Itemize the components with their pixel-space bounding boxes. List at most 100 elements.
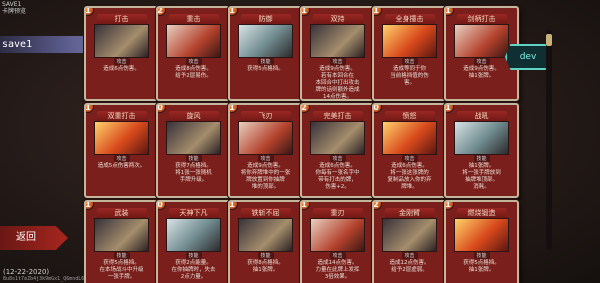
card-description-line: 抽1张牌。 [252, 267, 279, 273]
card-type-label: 攻击 [329, 252, 346, 259]
card-description-line: 抽牌堆顶部。 [464, 177, 498, 183]
card-description-line: 将一张手牌放到 [462, 170, 501, 176]
back-button[interactable]: 返回 [0, 226, 68, 250]
card[interactable]: 全身撞击 攻击 造成等同于你 当前格挡值的伤 害。 1 [372, 6, 447, 101]
card-description-line: 造成9点伤害。 [247, 163, 284, 169]
card-description-line: 获得7点格挡。 [175, 163, 212, 169]
card-description-line: 获得5点格挡。 [103, 260, 140, 266]
card-cost-orb: 1 [446, 8, 454, 16]
card-description-line: 本回合中打出攻击 [315, 80, 360, 86]
card-description: 造成12点伤害。 给予2层虚弱。 [378, 260, 441, 274]
card-type-label: 技能 [185, 155, 202, 162]
card-description-line: 造成8点伤害。 [175, 66, 212, 72]
card-description-line: 造成6点伤害。 [103, 66, 140, 72]
card-type-label: 技能 [257, 252, 274, 259]
card-description: 造成9点伤害。 若有本回合在 本回合中打出攻击 牌的话则额外造成 14点伤害。 [306, 66, 369, 99]
dev-button[interactable]: dev [505, 44, 551, 70]
card-cost-orb: 0 [158, 105, 166, 113]
card-description: 获得7点格挡。 将1张一张随机 手牌升级。 [162, 163, 225, 184]
card-description: 造成6点伤害。 你每有一张名字中 带有打击的牌， 伤害+2。 [306, 163, 369, 191]
card-cost-orb: 1 [86, 8, 94, 16]
card-art-image [238, 218, 293, 252]
card-description-line: 牌堆。 [401, 184, 418, 190]
card-description: 获得5点格挡。 在本场战斗中升级 一张手牌。 [90, 260, 153, 281]
card[interactable]: 武装 技能 获得5点格挡。 在本场战斗中升级 一张手牌。 1 [84, 200, 159, 283]
card[interactable]: 打击 攻击 造成6点伤害。 1 [84, 6, 159, 101]
card-description-line: 获得2点能量。 [175, 260, 212, 266]
card-cost-orb: 1 [86, 202, 94, 210]
card-art-image [166, 218, 221, 252]
scrollbar-track[interactable] [546, 30, 552, 250]
card-description: 获得8点格挡。 抽1张牌。 [234, 260, 297, 274]
card-art-image [382, 121, 437, 155]
card-type-label: 技能 [473, 155, 490, 162]
card-art-image [94, 24, 149, 58]
card-description-line: 抽1张牌。 [468, 163, 495, 169]
card[interactable]: 飞刃 攻击 造成9点伤害。 将你弃牌堆中的一张 牌放置到你抽牌 堆的顶部。 1 [228, 103, 303, 198]
card-description-line: 获得5点格挡。 [463, 260, 500, 266]
card-description-line: 给予2层易伤。 [175, 73, 212, 79]
card-art-image [310, 218, 365, 252]
card-description-line: 手牌升级。 [179, 177, 208, 183]
card-description: 抽1张牌。 将一张手牌放到 抽牌堆顶部。 消耗。 [450, 163, 513, 191]
card-description: 获得5点格挡。 [234, 66, 297, 73]
card[interactable]: 双重打击 攻击 造成5点伤害两次。 1 [84, 103, 159, 198]
corner-info: SAVE1 卡牌预览 [2, 1, 26, 15]
card-cost-orb: 2 [374, 202, 382, 210]
card[interactable]: 铁斩不屈 技能 获得8点格挡。 抽1张牌。 1 [228, 200, 303, 283]
card-description-line: 抽1张牌。 [468, 267, 495, 273]
card-type-label: 攻击 [185, 58, 202, 65]
card-cost-orb: 0 [158, 202, 166, 210]
scrollbar-thumb[interactable] [546, 34, 552, 46]
card-description-line: 堆的顶部。 [251, 184, 280, 190]
card-description: 造成等同于你 当前格挡值的伤 害。 [378, 66, 441, 87]
card-art-image [238, 24, 293, 58]
card-description: 造成6点伤害。 将一张这张牌的 复制品放入你的弃 牌堆。 [378, 163, 441, 191]
card[interactable]: 完美打击 攻击 造成6点伤害。 你每有一张名字中 带有打击的牌， 伤害+2。 2 [300, 103, 375, 198]
card-description-line: 2点力量。 [180, 274, 207, 280]
card[interactable]: 金刚臂 攻击 造成12点伤害。 给予2层虚弱。 2 [372, 200, 447, 283]
card[interactable]: 重刃 攻击 造成14点伤害。 力量在此牌上发挥 3倍效果。 1 [300, 200, 375, 283]
save-slot-label[interactable]: save1 [0, 36, 90, 53]
card-art-image [454, 24, 509, 58]
card-cost-orb: 1 [230, 105, 238, 113]
card-type-label: 技能 [113, 252, 130, 259]
card[interactable]: 防御 技能 获得5点格挡。 1 [228, 6, 303, 101]
card-description-line: 抽1张牌。 [468, 73, 495, 79]
card-description: 造成9点伤害。 抽1张牌。 [450, 66, 513, 80]
card-cost-orb: 1 [374, 8, 382, 16]
card-description-line: 3倍效果。 [324, 274, 351, 280]
card-description-line: 将1张一张随机 [175, 170, 212, 176]
card[interactable]: 双持 攻击 造成9点伤害。 若有本回合在 本回合中打出攻击 牌的话则额外造成 14点伤害。 1 [300, 6, 375, 101]
card-description-line: 造成5点伤害两次。 [97, 163, 146, 169]
card-cost-orb: 1 [86, 105, 94, 113]
card-description-line: 将你弃牌堆中的一张 [240, 170, 291, 176]
card[interactable]: 战吼 技能 抽1张牌。 将一张手牌放到 抽牌堆顶部。 消耗。 1 [444, 103, 519, 198]
card[interactable]: 燃烧锻造 技能 获得5点格挡。 抽1张牌。 1 [444, 200, 519, 283]
card-art-image [94, 121, 149, 155]
card-description-line: 复制品放入你的弃 [387, 177, 432, 183]
corner-line-2: 卡牌预览 [2, 8, 27, 15]
card-description-line: 伤害+2。 [325, 184, 350, 190]
card-type-label: 攻击 [257, 155, 274, 162]
card-art-image [454, 121, 509, 155]
card-type-label: 攻击 [401, 58, 418, 65]
card-description-line: 在本场战斗中升级 [99, 267, 144, 273]
card[interactable]: 天神下凡 技能 获得2点能量。 在你抽牌时，失去 2点力量。 0 [156, 200, 231, 283]
card-type-label: 攻击 [329, 58, 346, 65]
card[interactable]: 重击 攻击 造成8点伤害。 给予2层易伤。 2 [156, 6, 231, 101]
card-description-line: 消耗。 [473, 184, 490, 190]
card-cost-orb: 0 [374, 105, 382, 113]
card-description: 造成8点伤害。 给予2层易伤。 [162, 66, 225, 80]
card-type-label: 攻击 [113, 58, 130, 65]
card[interactable]: 旋风 技能 获得7点格挡。 将1张一张随机 手牌升级。 0 [156, 103, 231, 198]
card-description-line: 力量在此牌上发挥 [315, 267, 360, 273]
card-description-line: 你每有一张名字中 [315, 170, 360, 176]
card-description: 造成9点伤害。 将你弃牌堆中的一张 牌放置到你抽牌 堆的顶部。 [234, 163, 297, 191]
card[interactable]: 愤怒 攻击 造成6点伤害。 将一张这张牌的 复制品放入你的弃 牌堆。 0 [372, 103, 447, 198]
debug-id-text: Bu8s1t7eZb4j3k9mGx1_Q6mndL6 [3, 276, 85, 282]
card-description: 造成6点伤害。 [90, 66, 153, 73]
card-type-label: 攻击 [401, 155, 418, 162]
corner-line-1: SAVE1 [2, 1, 22, 8]
card-description: 造成14点伤害。 力量在此牌上发挥 3倍效果。 [306, 260, 369, 281]
